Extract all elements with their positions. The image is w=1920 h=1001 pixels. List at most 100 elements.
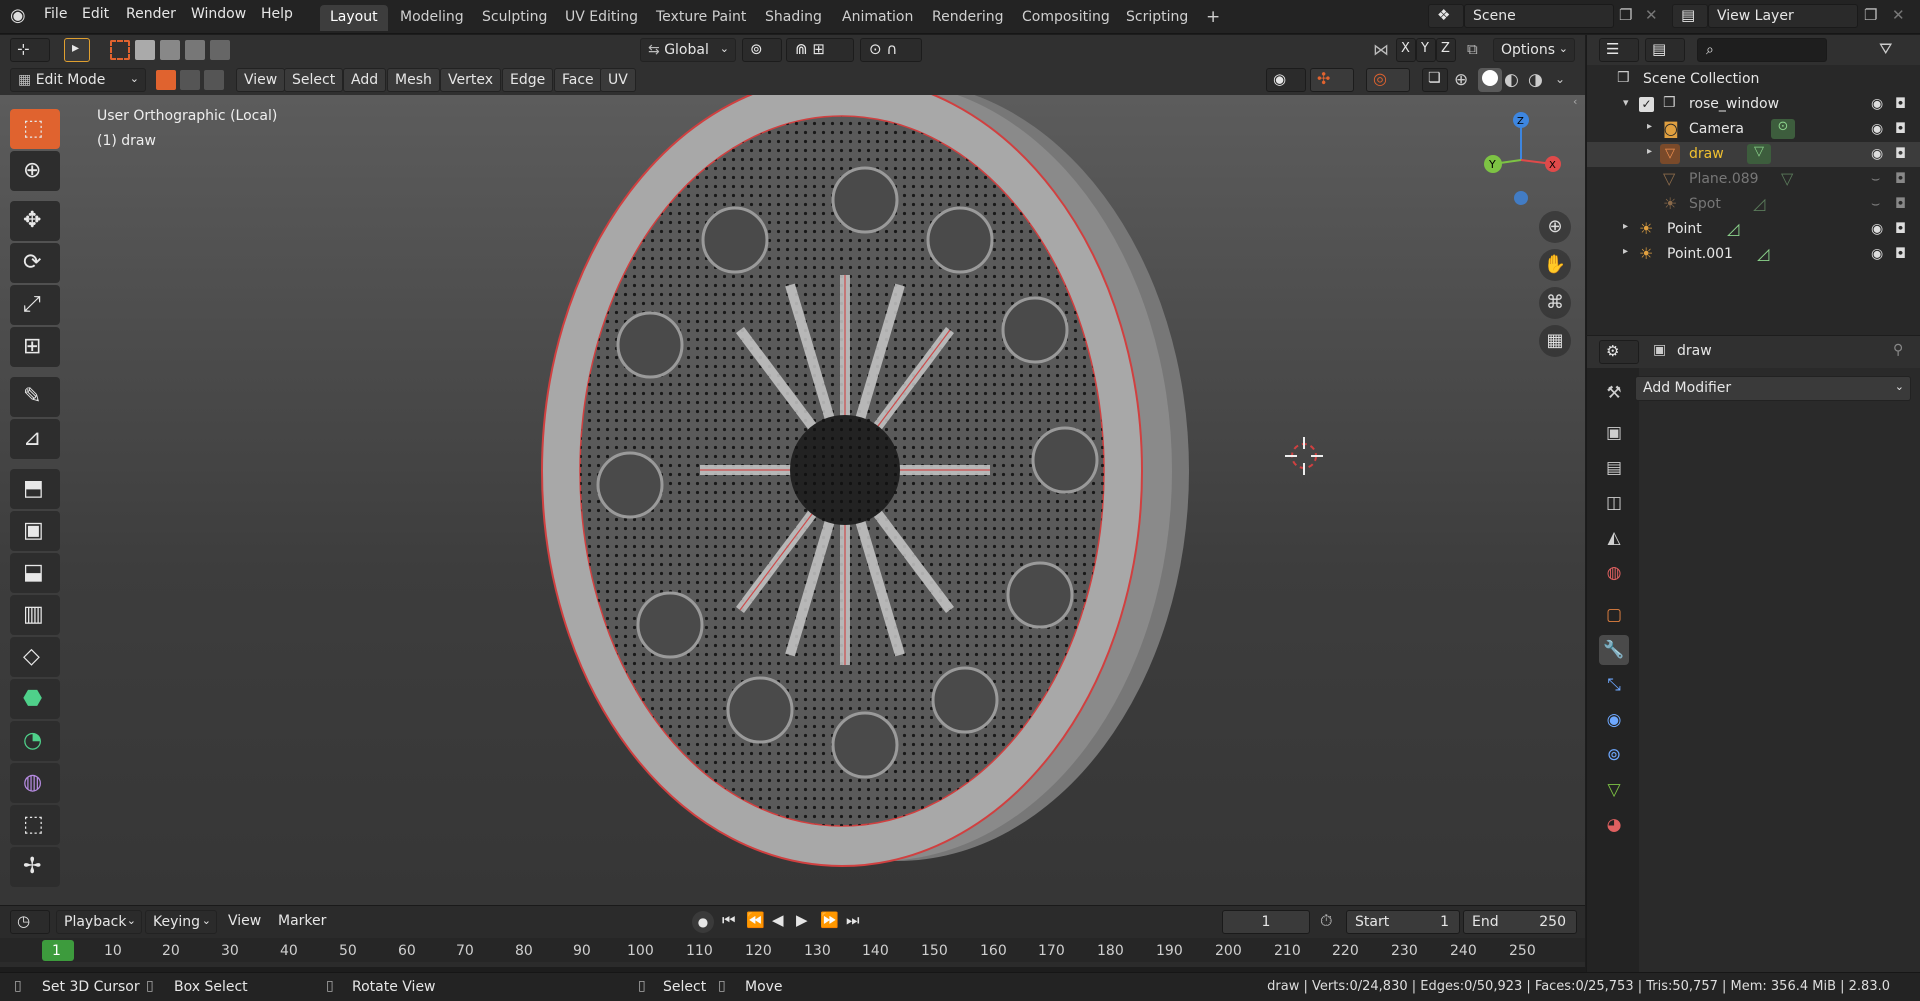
playback-menu[interactable]: Playback ⌄ [56, 910, 142, 934]
display-mode-button[interactable]: ▤ [1645, 38, 1685, 62]
output-tab-icon[interactable]: ▤ [1599, 453, 1629, 483]
tool-inset[interactable]: ▣ [10, 511, 60, 551]
outliner-row-point[interactable]: ▸ ☀ Point ◿ ◉ ◘ [1587, 217, 1920, 242]
outliner-row-plane-089[interactable]: ▽ Plane.089 ▽ ⌣ ◘ [1587, 167, 1920, 192]
jump-end-icon[interactable]: ⏭ [846, 911, 860, 929]
outliner-row-scene-collection[interactable]: ❒ Scene Collection [1587, 67, 1920, 92]
camera-data-icon[interactable]: ⊙ [1771, 119, 1795, 139]
3d-viewport[interactable]: ▦ Edit Mode ⌄ View Select Add Mesh Vertex… [0, 65, 1585, 905]
camera-render-icon[interactable]: ◘ [1895, 171, 1906, 187]
marker-menu[interactable]: Marker [278, 913, 326, 929]
overlay-toggle-button[interactable]: ◎ [1366, 68, 1410, 92]
menu-file[interactable]: File [44, 6, 67, 22]
new-view-layer-icon[interactable]: ❐ [1864, 6, 1877, 24]
keying-menu[interactable]: Keying ⌄ [145, 910, 217, 934]
object-tab-icon[interactable]: ▢ [1599, 600, 1629, 630]
prev-keyframe-icon[interactable]: ⏪ [746, 911, 765, 929]
tool-extrude[interactable]: ⬒ [10, 469, 60, 509]
outliner-row-rose-window[interactable]: ▾ ✓ ❒ rose_window ◉ ◘ [1587, 92, 1920, 117]
delete-scene-icon[interactable]: ✕ [1645, 6, 1658, 24]
eye-icon[interactable]: ◉ [1871, 221, 1883, 237]
view-layer-selector-button[interactable]: ▤ [1672, 4, 1708, 28]
menu-uv[interactable]: UV [600, 68, 636, 92]
editor-type-button[interactable]: ⊹ [10, 38, 50, 62]
tool-rotate[interactable]: ⟳ [10, 243, 60, 283]
eye-closed-icon[interactable]: ⌣ [1871, 171, 1880, 187]
properties-editor-type-button[interactable]: ⚙ [1599, 340, 1639, 364]
solid-shading-icon[interactable] [1478, 68, 1502, 92]
grid-ortho-icon[interactable]: ▦ [1539, 325, 1571, 357]
gizmo-toggle-button[interactable]: ✣ [1310, 68, 1354, 92]
eye-icon[interactable]: ◉ [1871, 246, 1883, 262]
tab-compositing[interactable]: Compositing [1012, 5, 1120, 31]
next-keyframe-icon[interactable]: ⏩ [820, 911, 839, 929]
modifier-tab-icon[interactable]: 🔧 [1599, 635, 1629, 665]
mesh-data-tab-icon[interactable]: ▽ [1599, 775, 1629, 805]
menu-select[interactable]: Select [284, 68, 344, 92]
tab-texture-paint[interactable]: Texture Paint [646, 5, 756, 31]
tab-scripting[interactable]: Scripting [1116, 5, 1198, 31]
menu-add[interactable]: Add [343, 68, 387, 92]
expand-arrow-icon[interactable]: ▸ [1647, 121, 1652, 132]
menu-mesh[interactable]: Mesh [387, 68, 440, 92]
sidebar-expand-icon[interactable]: ‹ [1573, 95, 1577, 108]
mirror-x-toggle[interactable]: X [1396, 38, 1416, 62]
expand-arrow-icon[interactable]: ▸ [1623, 246, 1628, 257]
select-mode-extend-icon[interactable] [135, 40, 155, 60]
wireframe-shading-icon[interactable]: ⊕ [1454, 70, 1468, 90]
eye-icon[interactable]: ◉ [1871, 121, 1883, 137]
pin-icon[interactable]: ⚲ [1893, 342, 1903, 358]
jump-start-icon[interactable]: ⏮ [722, 911, 736, 929]
scene-tab-icon[interactable]: ◭ [1599, 523, 1629, 553]
tab-modeling[interactable]: Modeling [390, 5, 474, 31]
outliner-row-point-001[interactable]: ▸ ☀ Point.001 ◿ ◉ ◘ [1587, 242, 1920, 267]
record-icon[interactable]: ● [692, 911, 714, 933]
tool-loop-cut[interactable]: ▥ [10, 595, 60, 635]
light-data-icon[interactable]: ◿ [1753, 194, 1765, 213]
select-mode-subtract-icon[interactable] [160, 40, 180, 60]
view-layer-tab-icon[interactable]: ◫ [1599, 488, 1629, 518]
timeline-view-menu[interactable]: View [228, 913, 261, 929]
expand-arrow-icon[interactable]: ▸ [1647, 146, 1652, 157]
tab-sculpting[interactable]: Sculpting [472, 5, 557, 31]
eye-closed-icon[interactable]: ⌣ [1871, 196, 1880, 212]
material-tab-icon[interactable]: ◕ [1599, 810, 1629, 840]
menu-help[interactable]: Help [261, 6, 293, 22]
auto-merge-icon[interactable]: ⧉ [1467, 40, 1478, 58]
tool-move[interactable]: ✥ [10, 201, 60, 241]
tool-select-box[interactable]: ⬚ [10, 109, 60, 149]
active-tool-icon[interactable]: ▸ [64, 38, 90, 62]
select-mode-new-icon[interactable] [110, 40, 130, 60]
eye-icon[interactable]: ◉ [1871, 96, 1883, 112]
view-layer-name-field[interactable]: View Layer [1708, 4, 1858, 28]
select-mode-invert-icon[interactable] [185, 40, 205, 60]
mirror-z-toggle[interactable]: Z [1436, 38, 1456, 62]
add-modifier-dropdown[interactable]: Add Modifier ⌄ [1635, 376, 1911, 401]
menu-edit[interactable]: Edit [82, 6, 109, 22]
eye-icon[interactable]: ◉ [1871, 146, 1883, 162]
menu-edge[interactable]: Edge [502, 68, 554, 92]
select-mode-intersect-icon[interactable] [210, 40, 230, 60]
selectability-visibility-button[interactable]: ◉ [1266, 68, 1306, 92]
tab-layout[interactable]: Layout [320, 5, 388, 31]
stopwatch-icon[interactable]: ⏱ [1320, 911, 1332, 931]
camera-render-icon[interactable]: ◘ [1895, 121, 1906, 137]
mode-dropdown[interactable]: ▦ Edit Mode ⌄ [10, 68, 146, 92]
constraints-tab-icon[interactable]: ⊚ [1599, 740, 1629, 770]
navigation-gizmo[interactable]: Z Y X [1476, 105, 1566, 215]
tool-tab-icon[interactable]: ⚒ [1599, 378, 1629, 408]
pivot-point-button[interactable]: ⊚ [742, 38, 782, 62]
light-data-icon[interactable]: ◿ [1727, 219, 1739, 238]
outliner-row-spot[interactable]: ☀ Spot ◿ ⌣ ◘ [1587, 192, 1920, 217]
mesh-data-icon[interactable]: ▽ [1781, 169, 1793, 188]
outliner-row-draw[interactable]: ▸ ▽ draw ▽ ◉ ◘ [1587, 142, 1920, 167]
edge-select-icon[interactable] [180, 70, 200, 90]
light-data-icon[interactable]: ◿ [1757, 244, 1769, 263]
xray-toggle-icon[interactable]: ❏ [1422, 68, 1448, 92]
tool-bevel[interactable]: ⬓ [10, 553, 60, 593]
outliner-row-camera[interactable]: ▸ ◙ Camera ⊙ ◉ ◘ [1587, 117, 1920, 142]
chevron-down-icon[interactable]: ⌄ [1555, 72, 1565, 86]
tab-shading[interactable]: Shading [755, 5, 832, 31]
pan-hand-icon[interactable]: ✋ [1539, 249, 1571, 281]
mirror-y-toggle[interactable]: Y [1416, 38, 1436, 62]
